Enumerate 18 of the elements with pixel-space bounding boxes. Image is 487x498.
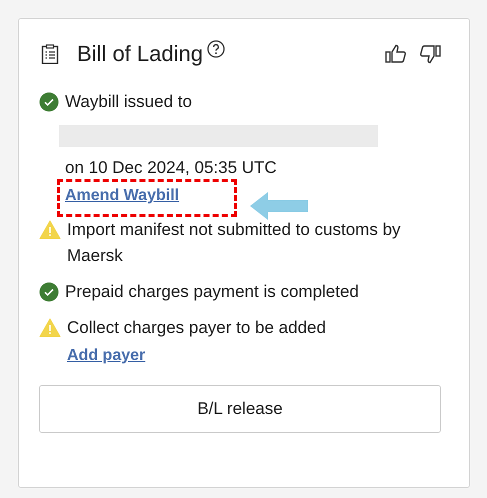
status-detail: on 10 Dec 2024, 05:35 UTC (65, 157, 278, 179)
release-button[interactable]: B/L release (39, 385, 441, 433)
status-text: Import manifest not submitted to customs by Maersk (67, 219, 402, 267)
warning-icon (39, 318, 61, 338)
card-title: Bill of Lading (77, 41, 203, 67)
check-icon (39, 282, 59, 302)
thumbs-down-icon[interactable] (419, 44, 441, 64)
action-link[interactable]: Amend Waybill (65, 185, 180, 207)
warning-icon (39, 220, 61, 240)
pointer-arrow-icon (250, 192, 308, 220)
thumbs-up-icon[interactable] (385, 44, 407, 64)
status-text: Waybill issued to (65, 91, 193, 113)
check-icon (39, 92, 59, 112)
clipboard-icon (41, 44, 59, 64)
status-text: Prepaid charges payment is completed (65, 281, 359, 303)
help-icon[interactable] (206, 40, 225, 58)
action-link[interactable]: Add payer (67, 345, 146, 367)
status-text: Collect charges payer to be added (67, 317, 326, 339)
